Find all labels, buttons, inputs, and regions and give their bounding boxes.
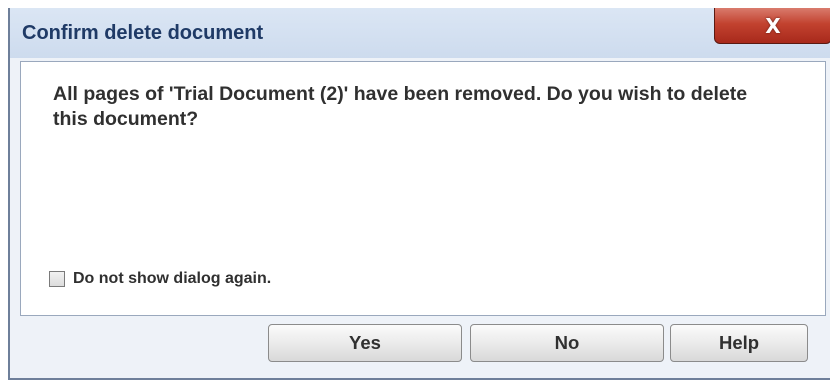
confirm-delete-dialog: Confirm delete document X All pages of '… [8,8,830,380]
confirmation-message: All pages of 'Trial Document (2)' have b… [53,83,748,130]
dialog-title: Confirm delete document [22,22,264,44]
close-icon: X [765,13,781,38]
no-button[interactable]: No [470,324,664,362]
do-not-show-label[interactable]: Do not show dialog again. [73,270,271,288]
button-bar: Yes No Help [10,318,830,378]
do-not-show-checkbox[interactable] [49,271,65,287]
help-button[interactable]: Help [670,324,808,362]
close-button[interactable]: X [714,8,830,44]
title-bar: Confirm delete document [10,8,830,58]
message-panel: All pages of 'Trial Document (2)' have b… [20,61,826,316]
do-not-show-row[interactable]: Do not show dialog again. [49,270,271,288]
yes-button[interactable]: Yes [268,324,462,362]
